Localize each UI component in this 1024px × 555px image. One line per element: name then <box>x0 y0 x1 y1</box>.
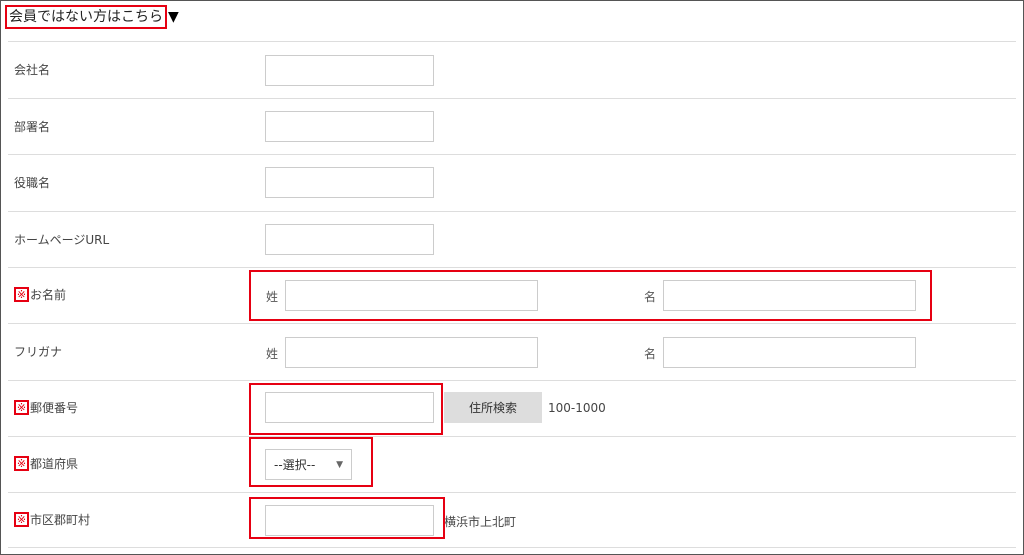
position-input[interactable] <box>265 167 434 198</box>
furigana-mei-label: 名 <box>644 347 657 361</box>
city-input[interactable] <box>265 505 434 536</box>
row-homepage: ホームページURL <box>8 211 1016 267</box>
section-title: 会員ではない方はこちら <box>5 5 167 29</box>
row-prefecture: ※ 都道府県 --選択-- ▼ <box>8 436 1016 492</box>
furigana-label: フリガナ <box>14 345 63 359</box>
address-search-button[interactable]: 住所検索 <box>444 392 542 423</box>
row-position: 役職名 <box>8 154 1016 211</box>
chevron-down-icon: ▼ <box>336 459 343 470</box>
triangle-down-icon: ▼ <box>168 9 179 25</box>
department-label: 部署名 <box>14 120 51 134</box>
postal-example: 100-1000 <box>548 401 606 415</box>
row-name: ※ お名前 姓 名 <box>8 267 1016 323</box>
postal-label: ※ 郵便番号 <box>14 399 78 416</box>
company-input[interactable] <box>265 55 434 86</box>
row-department: 部署名 <box>8 98 1016 154</box>
city-label: ※ 市区郡町村 <box>14 511 90 528</box>
name-sei-label: 姓 <box>266 290 279 304</box>
row-city: ※ 市区郡町村 横浜市上北町 <box>8 492 1016 548</box>
furigana-mei-input[interactable] <box>663 337 916 368</box>
row-furigana: フリガナ 姓 名 <box>8 323 1016 380</box>
name-mei-label: 名 <box>644 290 657 304</box>
homepage-label: ホームページURL <box>14 233 110 247</box>
section-header: 会員ではない方はこちら ▼ <box>5 4 179 30</box>
row-company: 会社名 <box>8 41 1016 98</box>
department-input[interactable] <box>265 111 434 142</box>
name-sei-input[interactable] <box>285 280 538 311</box>
postal-input[interactable] <box>265 392 434 423</box>
required-mark: ※ <box>14 400 29 415</box>
name-label: ※ お名前 <box>14 286 66 303</box>
prefecture-select[interactable]: --選択-- ▼ <box>265 449 352 480</box>
homepage-input[interactable] <box>265 224 434 255</box>
name-mei-input[interactable] <box>663 280 916 311</box>
required-mark: ※ <box>14 512 29 527</box>
prefecture-label: ※ 都道府県 <box>14 455 78 472</box>
required-mark: ※ <box>14 287 29 302</box>
furigana-sei-label: 姓 <box>266 347 279 361</box>
city-example: 横浜市上北町 <box>444 515 517 529</box>
company-label: 会社名 <box>14 63 51 77</box>
position-label: 役職名 <box>14 176 51 190</box>
furigana-sei-input[interactable] <box>285 337 538 368</box>
row-postal: ※ 郵便番号 住所検索 100-1000 <box>8 380 1016 436</box>
required-mark: ※ <box>14 456 29 471</box>
